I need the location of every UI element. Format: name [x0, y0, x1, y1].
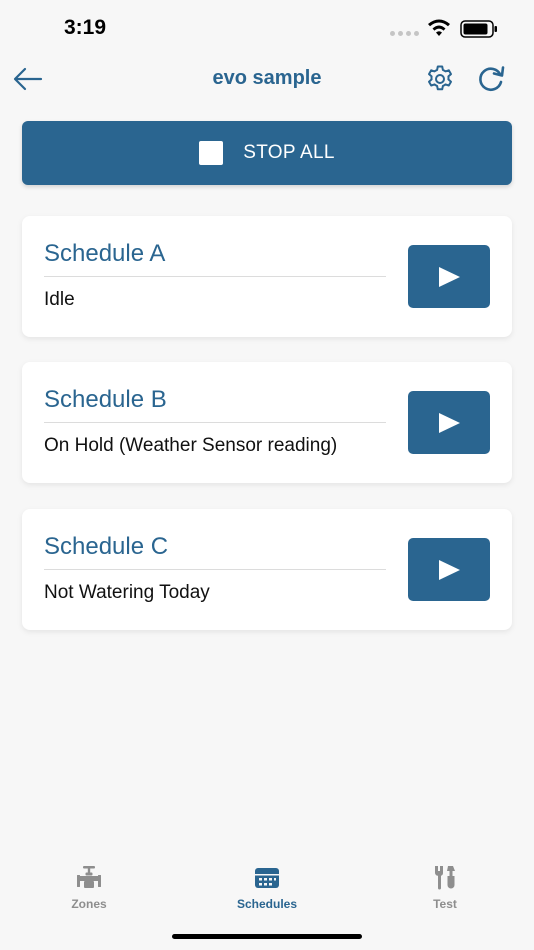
navigation-bar: evo sample [0, 58, 534, 102]
divider [44, 276, 386, 277]
schedule-name: Schedule C [44, 533, 169, 560]
play-icon [439, 266, 460, 287]
tab-label: Schedules [236, 897, 298, 911]
schedule-card: Schedule A Idle [22, 216, 512, 337]
tab-zones[interactable]: Zones [29, 864, 149, 916]
home-indicator [172, 934, 362, 939]
tab-schedules[interactable]: Schedules [207, 864, 327, 916]
play-icon [439, 412, 460, 433]
tab-label: Test [433, 897, 457, 911]
status-time: 3:19 [64, 16, 107, 39]
schedule-status: Idle [44, 289, 75, 310]
stop-all-label: STOP ALL [243, 142, 335, 163]
run-schedule-button[interactable] [408, 538, 490, 601]
divider [44, 422, 386, 423]
wifi-icon [428, 19, 450, 36]
schedule-name: Schedule B [44, 386, 167, 413]
schedule-card: Schedule C Not Watering Today [22, 509, 512, 630]
cellular-signal-icon [390, 31, 419, 36]
faucet-icon [77, 866, 101, 888]
tab-label: Zones [71, 897, 107, 911]
schedule-status: Not Watering Today [44, 582, 210, 603]
battery-icon [460, 20, 497, 38]
stop-square-icon [199, 141, 224, 165]
schedule-card: Schedule B On Hold (Weather Sensor readi… [22, 362, 512, 483]
play-icon [439, 559, 460, 580]
stop-all-button[interactable]: STOP ALL [22, 121, 512, 185]
tab-test[interactable]: Test [385, 864, 505, 916]
run-schedule-button[interactable] [408, 245, 490, 308]
status-bar: 3:19 [0, 0, 534, 58]
gear-icon[interactable] [424, 63, 456, 95]
run-schedule-button[interactable] [408, 391, 490, 454]
schedule-status: On Hold (Weather Sensor reading) [44, 435, 338, 456]
calendar-icon [255, 868, 279, 888]
tools-icon [435, 866, 455, 890]
schedule-name: Schedule A [44, 240, 166, 267]
refresh-icon[interactable] [476, 63, 506, 95]
divider [44, 569, 386, 570]
